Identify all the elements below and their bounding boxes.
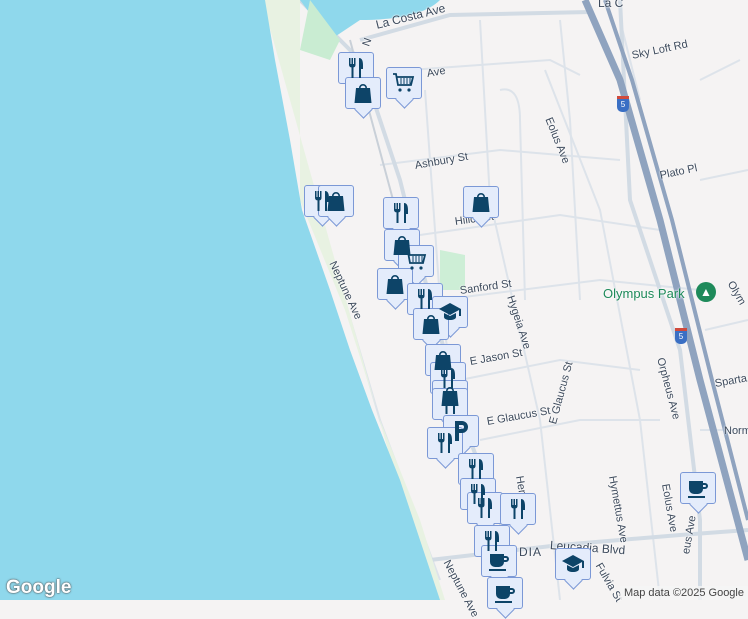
cafe-icon — [493, 581, 517, 605]
shopping-marker[interactable] — [318, 185, 354, 217]
shopping-marker[interactable] — [463, 186, 499, 218]
cafe-icon — [487, 549, 511, 573]
grocery-icon — [404, 249, 428, 273]
park-tree-icon[interactable]: ▲ — [696, 282, 716, 302]
map-data-credit[interactable]: Map data ©2025 Google — [619, 586, 748, 600]
restaurant-marker[interactable] — [383, 197, 419, 229]
park-label[interactable]: Olympus Park — [603, 286, 685, 301]
restaurant-icon — [464, 457, 488, 481]
grocery-marker[interactable] — [386, 67, 422, 99]
restaurant-icon — [506, 497, 530, 521]
school-icon — [561, 552, 585, 576]
cafe-marker[interactable] — [481, 545, 517, 577]
restaurant-icon — [413, 287, 437, 311]
interstate-5-shield-icon: 5 — [675, 328, 687, 344]
school-marker[interactable] — [555, 548, 591, 580]
cafe-marker[interactable] — [680, 472, 716, 504]
street-label: Norm — [724, 425, 748, 437]
shopping-icon — [383, 272, 407, 296]
interstate-5-shield-icon: 5 — [617, 96, 629, 112]
restaurant-marker[interactable] — [500, 493, 536, 525]
restaurant-icon — [473, 496, 497, 520]
street-label: La C — [598, 0, 624, 10]
shopping-icon — [419, 312, 443, 336]
shopping-icon — [324, 189, 348, 213]
shopping-icon — [469, 190, 493, 214]
restaurant-icon — [344, 56, 368, 80]
place-label: DIA — [519, 545, 543, 559]
shopping-marker[interactable] — [345, 77, 381, 109]
shopping-icon — [351, 81, 375, 105]
restaurant-icon — [438, 392, 462, 416]
grocery-icon — [392, 71, 416, 95]
cafe-icon — [686, 476, 710, 500]
restaurant-icon — [389, 201, 413, 225]
cafe-marker[interactable] — [487, 577, 523, 609]
restaurant-icon — [433, 431, 457, 455]
google-logo: Google — [6, 577, 72, 598]
restaurant-marker[interactable] — [467, 492, 503, 524]
